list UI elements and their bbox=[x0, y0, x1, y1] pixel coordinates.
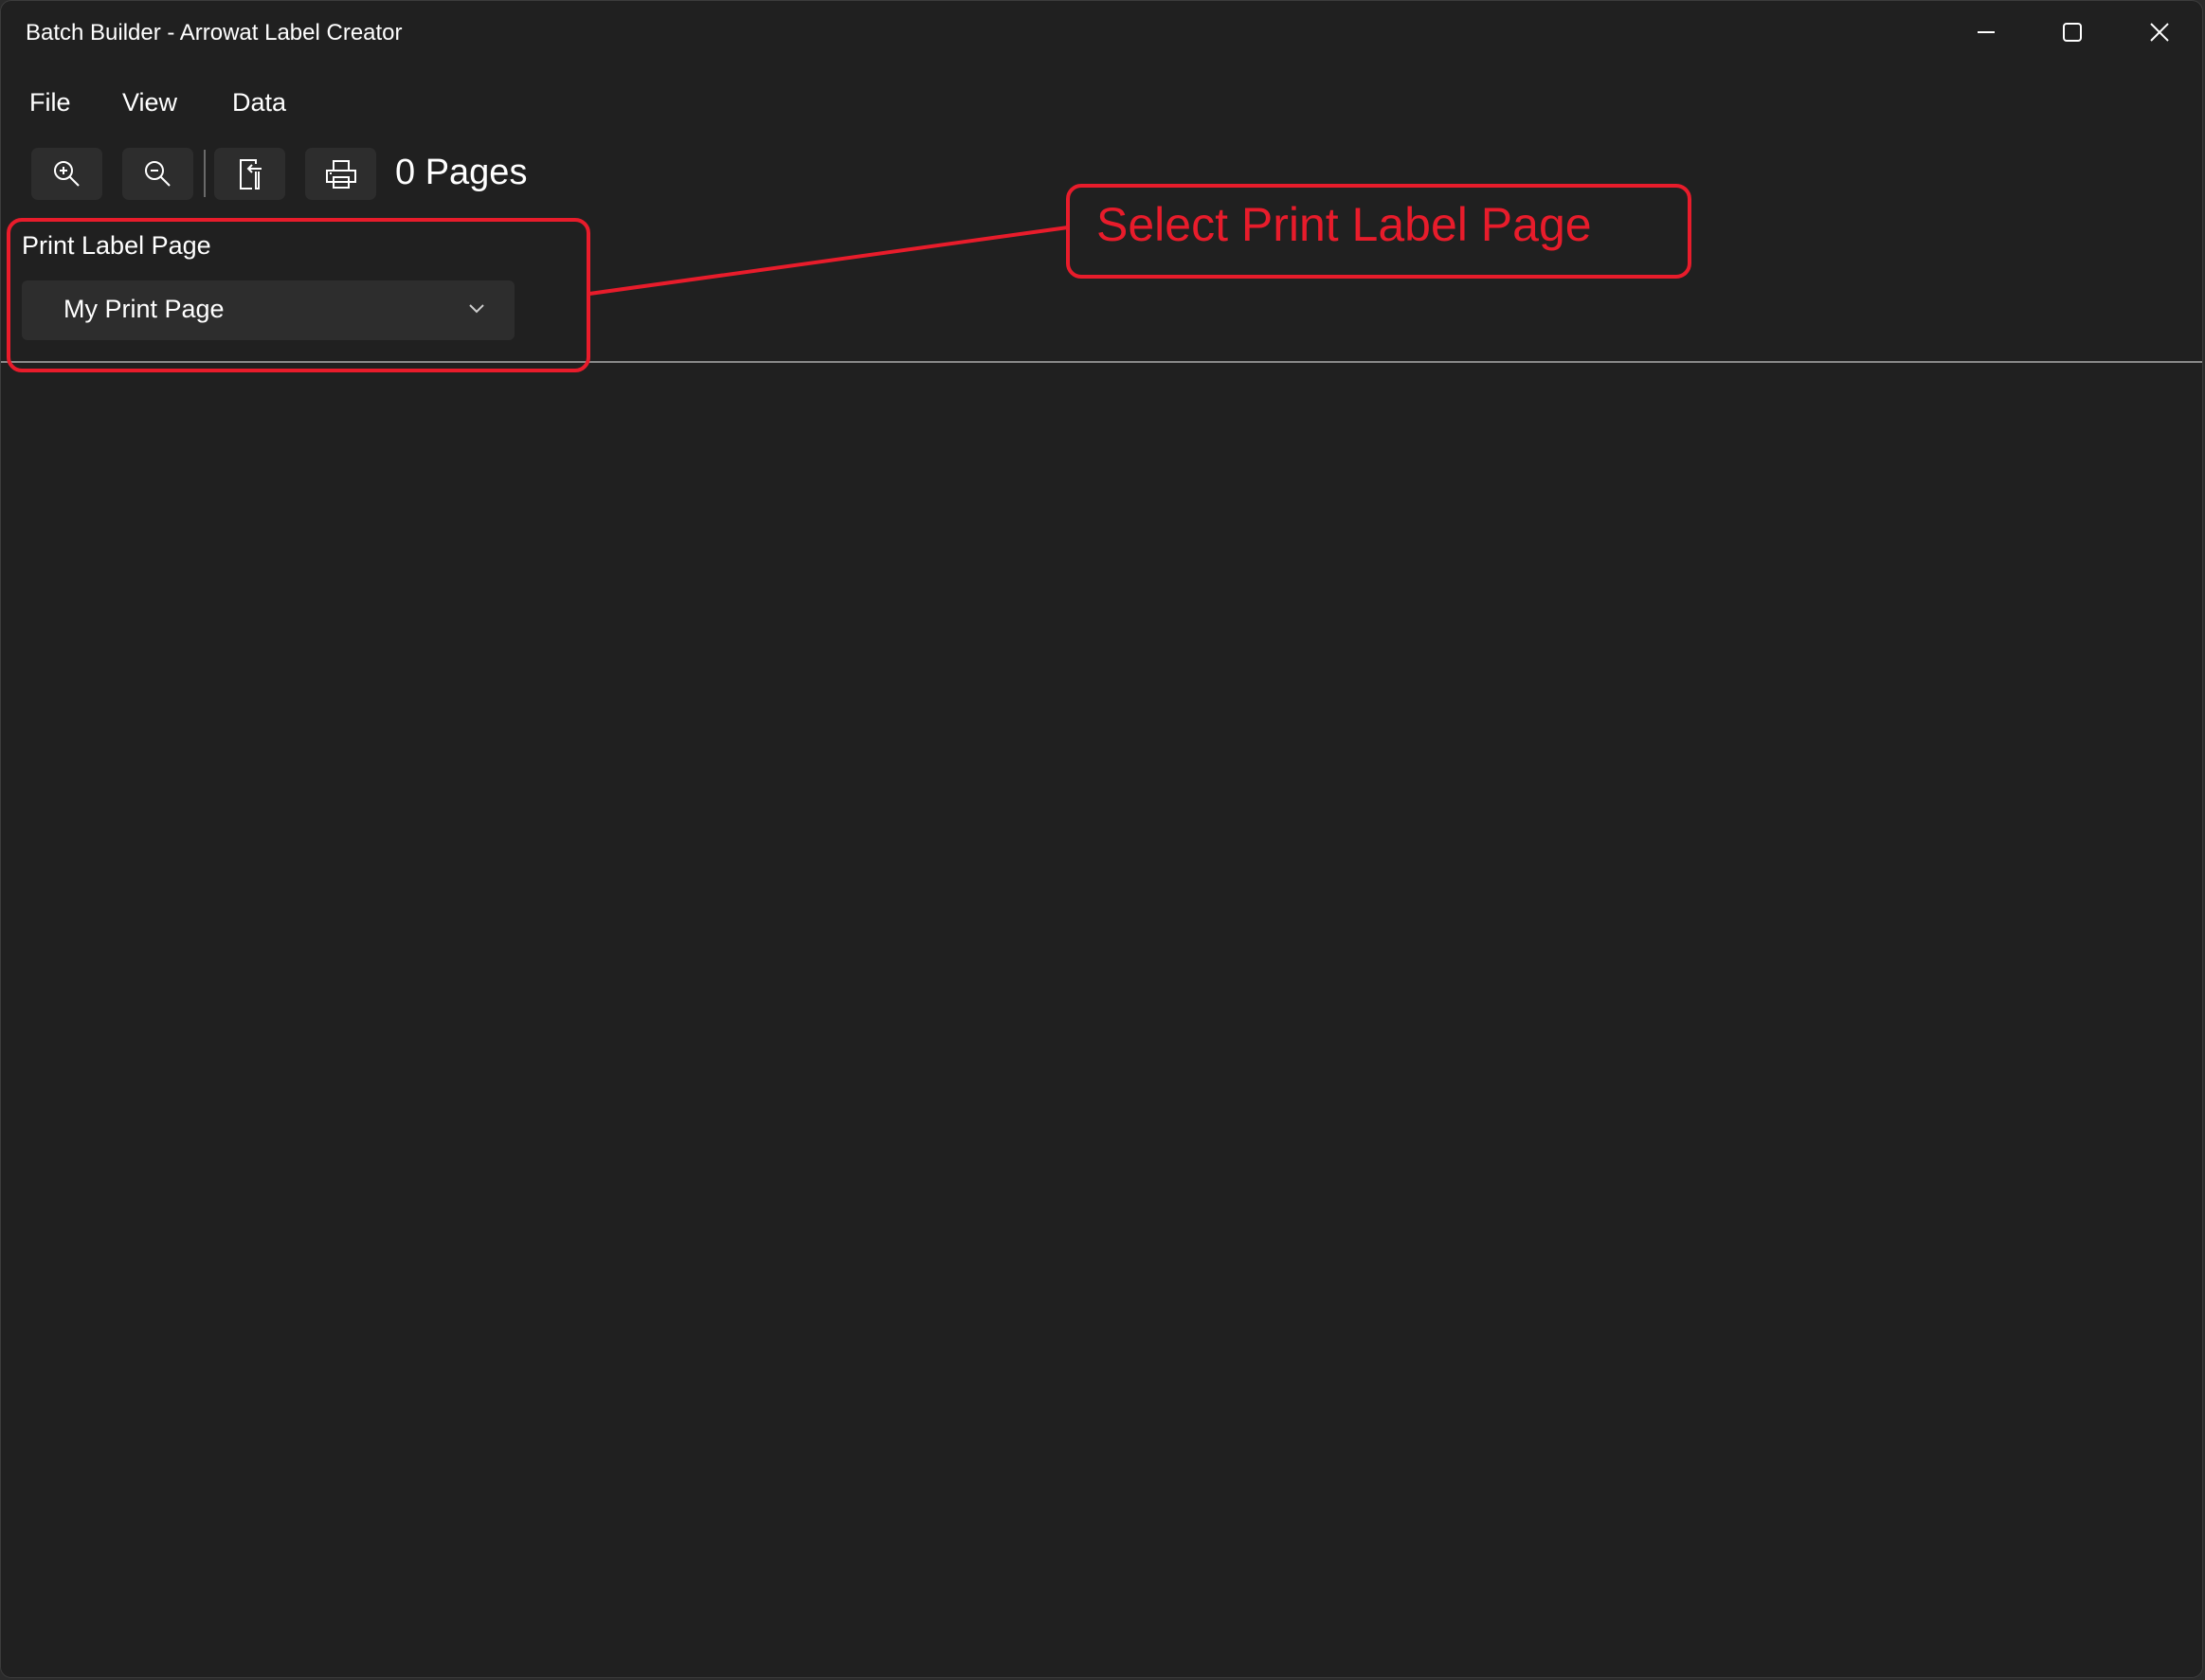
annotation-highlight-box bbox=[7, 218, 590, 372]
close-icon bbox=[2150, 23, 2169, 42]
title-bar: Batch Builder - Arrowat Label Creator bbox=[1, 1, 2202, 63]
print-icon bbox=[325, 159, 356, 189]
menu-view[interactable]: View bbox=[118, 82, 181, 123]
minimize-icon bbox=[1978, 31, 1995, 33]
zoom-in-icon bbox=[53, 160, 80, 187]
page-import-icon bbox=[239, 158, 262, 190]
zoom-out-icon bbox=[144, 160, 171, 187]
window-title: Batch Builder - Arrowat Label Creator bbox=[26, 20, 403, 45]
preview-area bbox=[1, 363, 2202, 1677]
menu-data[interactable]: Data bbox=[228, 82, 290, 123]
menu-file[interactable]: File bbox=[26, 82, 75, 123]
maximize-button[interactable] bbox=[2029, 1, 2116, 63]
annotation-callout: Select Print Label Page bbox=[1066, 184, 1691, 279]
minimize-button[interactable] bbox=[1943, 1, 2030, 63]
annotation-text: Select Print Label Page bbox=[1096, 198, 1592, 251]
zoom-out-button[interactable] bbox=[122, 148, 193, 200]
page-count: 0 Pages bbox=[395, 153, 528, 192]
print-button[interactable] bbox=[305, 148, 376, 200]
maximize-icon bbox=[2063, 23, 2082, 42]
toolbar-separator bbox=[204, 150, 206, 197]
zoom-in-button[interactable] bbox=[31, 148, 102, 200]
close-button[interactable] bbox=[2116, 1, 2202, 63]
import-page-button[interactable] bbox=[214, 148, 285, 200]
